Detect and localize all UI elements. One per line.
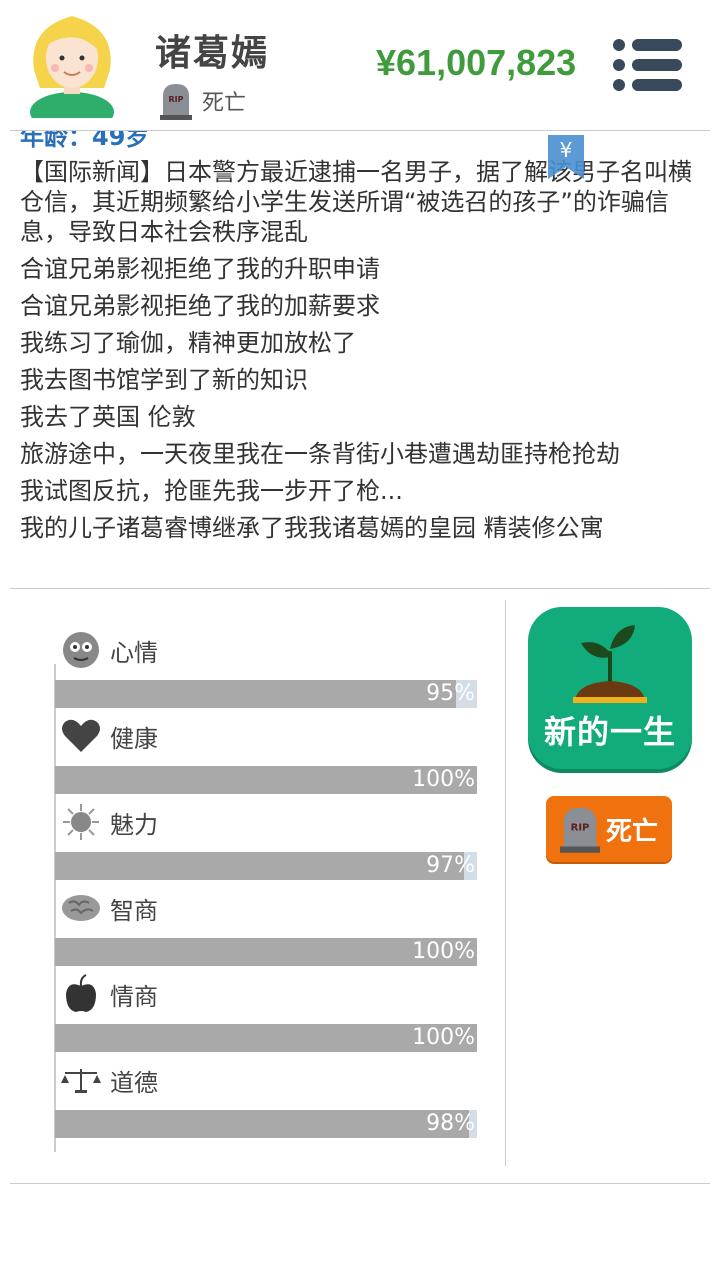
stat-value: 97% [426, 853, 475, 878]
log-entry: 我的儿子诸葛睿博继承了我我诸葛嫣的皇园 精装修公寓 [20, 514, 604, 542]
new-life-label: 新的一生 [543, 713, 676, 751]
stat-bar: 100% [55, 938, 477, 966]
svg-text:RIP: RIP [571, 822, 590, 833]
log-entry: 我试图反抗，抢匪先我一步开了枪... [20, 477, 403, 505]
stat-label: 健康 [110, 724, 158, 753]
stats-panel: 心情 95% 健康 100% 魅力 97% 智商 100% 情商 100% 道德… [0, 600, 505, 1168]
stat-bar: 100% [55, 766, 477, 794]
stat-value: 98% [426, 1111, 475, 1136]
vertical-divider [505, 600, 506, 1166]
age-line: 年龄：49岁 [20, 131, 150, 151]
stat-label: 智商 [110, 896, 158, 925]
menu-icon[interactable] [612, 38, 684, 92]
character-name: 诸葛嫣 [155, 33, 270, 74]
log-entry: 旅游途中，一天夜里我在一条背街小巷遭遇劫匪持枪抢劫 [20, 440, 620, 468]
stat-label: 心情 [110, 638, 158, 667]
stat-morality: 道德 98% [55, 1060, 477, 1138]
new-life-button[interactable]: 新的一生 [528, 607, 692, 769]
bottom-divider [10, 1183, 710, 1184]
life-status: RIP 死亡 [160, 82, 246, 120]
stat-bar: 98% [55, 1110, 477, 1138]
heart-icon [60, 716, 102, 756]
svg-text:RIP: RIP [169, 95, 184, 104]
stat-value: 100% [412, 767, 475, 792]
log-entry: 我去图书馆学到了新的知识 [20, 366, 308, 394]
stat-value: 100% [412, 1025, 475, 1050]
tombstone-icon: RIP [160, 84, 192, 120]
stat-bar-fill [55, 1110, 469, 1138]
face-icon [60, 630, 102, 670]
stat-bar: 100% [55, 1024, 477, 1052]
death-button[interactable]: RIP 死亡 [546, 796, 672, 862]
stat-value: 100% [412, 939, 475, 964]
stat-bar-fill [55, 852, 465, 880]
brain-icon [60, 888, 102, 928]
sun-icon [60, 802, 102, 842]
stat-charm: 魅力 97% [55, 802, 477, 880]
log-list: 【国际新闻】日本警方最近逮捕一名男子，据了解该男子名叫横仓信，其近期频繁给小学生… [20, 157, 700, 550]
stat-bar: 97% [55, 852, 477, 880]
stat-eq: 情商 100% [55, 974, 477, 1052]
log-divider [10, 588, 710, 589]
log-entry: 我去了英国 伦敦 [20, 403, 196, 431]
log-entry: 合谊兄弟影视拒绝了我的升职申请 [20, 255, 380, 283]
stat-value: 95% [426, 681, 475, 706]
avatar [30, 16, 114, 118]
yen-symbol: ¥ [560, 138, 573, 162]
sprout-icon [573, 625, 647, 703]
stat-mood: 心情 95% [55, 630, 477, 708]
stat-iq: 智商 100% [55, 888, 477, 966]
log-entry: 【国际新闻】日本警方最近逮捕一名男子，据了解该男子名叫横仓信，其近期频繁给小学生… [20, 158, 692, 246]
stat-label: 道德 [110, 1068, 158, 1097]
tombstone-icon: RIP [559, 807, 600, 853]
stat-health: 健康 100% [55, 716, 477, 794]
apple-icon [60, 974, 102, 1014]
event-log[interactable]: 年龄：49岁 【国际新闻】日本警方最近逮捕一名男子，据了解该男子名叫横仓信，其近… [0, 131, 720, 588]
log-entry: 我练习了瑜伽，精神更加放松了 [20, 329, 356, 357]
header: 诸葛嫣 RIP 死亡 ¥61,007,823 [0, 0, 720, 130]
stat-label: 魅力 [110, 810, 158, 839]
money-balance: ¥61,007,823 [376, 42, 577, 83]
stat-bar: 95% [55, 680, 477, 708]
scales-icon [60, 1060, 102, 1100]
yen-bookmark-icon[interactable]: ¥ [548, 135, 584, 179]
status-label: 死亡 [202, 91, 247, 116]
stat-bar-fill [55, 680, 456, 708]
death-label: 死亡 [605, 816, 658, 847]
log-entry: 合谊兄弟影视拒绝了我的加薪要求 [20, 292, 380, 320]
stat-label: 情商 [110, 982, 158, 1011]
